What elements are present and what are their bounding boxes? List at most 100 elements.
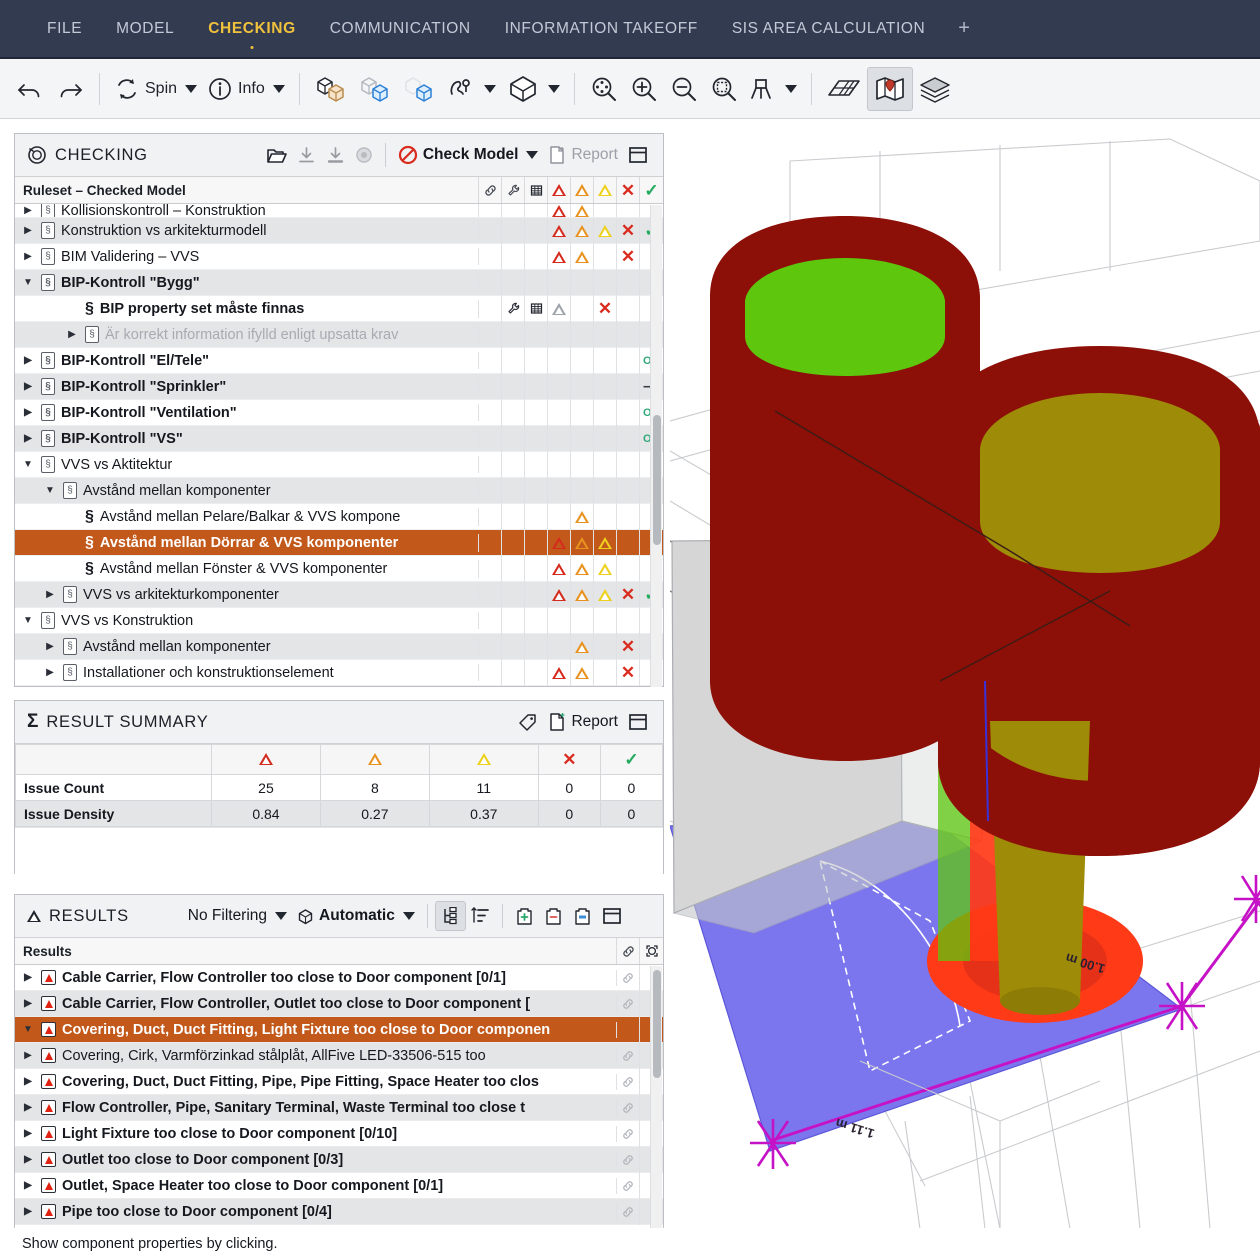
chevron-down-icon[interactable] bbox=[21, 615, 35, 626]
import-ruleset-button[interactable] bbox=[292, 140, 321, 170]
ruleset-row[interactable]: § Avstånd mellan komponenter bbox=[15, 477, 663, 504]
chevron-right-icon[interactable] bbox=[43, 641, 57, 652]
ruleset-row[interactable]: §BIP-Kontroll "Ventilation"OK bbox=[15, 399, 663, 426]
result-row[interactable]: Cable Carrier, Flow Controller, Outlet t… bbox=[15, 990, 663, 1017]
chevron-down-icon[interactable] bbox=[483, 84, 496, 93]
ruleset-tree[interactable]: § Kollisionskontroll – Konstruktion § Konst… bbox=[15, 204, 663, 688]
chevron-right-icon[interactable] bbox=[21, 1102, 35, 1113]
undo-button[interactable] bbox=[10, 67, 50, 111]
result-row[interactable]: Pipe too close to Door component [0/4] bbox=[15, 1198, 663, 1225]
results-scrollbar[interactable] bbox=[650, 966, 662, 1228]
chevron-right-icon[interactable] bbox=[21, 1076, 35, 1087]
model-viewport-3d[interactable]: 1.11 m 1.00 m bbox=[670, 121, 1260, 1229]
result-row[interactable]: Covering, Duct, Duct Fitting, Light Fixt… bbox=[15, 1016, 663, 1043]
ruleset-row[interactable]: § VVS vs Aktitektur bbox=[15, 451, 663, 478]
ruleset-row[interactable]: § VVS vs Konstruktion bbox=[15, 607, 663, 634]
remove-result-button[interactable] bbox=[539, 901, 568, 931]
report-button[interactable]: Report bbox=[543, 140, 623, 170]
ruleset-row[interactable]: § BIM Validering – VVS ✕ bbox=[15, 243, 663, 270]
result-row[interactable]: Flow Controller, Pipe, Sanitary Terminal… bbox=[15, 1094, 663, 1121]
menu-item-communication[interactable]: COMMUNICATION bbox=[313, 0, 488, 58]
ruleset-row[interactable]: §BIP-Kontroll "El/Tele"OK bbox=[15, 347, 663, 374]
tag-button[interactable] bbox=[513, 707, 543, 737]
paint-select-button[interactable] bbox=[441, 67, 501, 111]
record-button[interactable] bbox=[350, 140, 378, 170]
spin-button[interactable]: Spin bbox=[109, 67, 202, 111]
list-view-button[interactable] bbox=[466, 901, 495, 931]
chevron-right-icon[interactable] bbox=[21, 998, 35, 1009]
chevron-down-icon[interactable] bbox=[21, 1024, 35, 1035]
chevron-down-icon[interactable] bbox=[526, 151, 539, 159]
result-row[interactable]: Covering, Cirk, Varmförzinkad stålplåt, … bbox=[15, 1042, 663, 1069]
ruleset-row[interactable]: § Installationer och konstruktionselement… bbox=[15, 659, 663, 686]
chevron-right-icon[interactable] bbox=[21, 972, 35, 983]
menu-item-file[interactable]: FILE bbox=[30, 0, 99, 58]
menu-item-checking[interactable]: CHECKING bbox=[191, 0, 312, 58]
info-button[interactable]: Info bbox=[202, 67, 290, 111]
zoom-fit-button[interactable] bbox=[584, 67, 624, 111]
chevron-right-icon[interactable] bbox=[43, 589, 57, 600]
edit-result-button[interactable] bbox=[568, 901, 597, 931]
chevron-right-icon[interactable] bbox=[21, 225, 35, 236]
layers-button[interactable] bbox=[913, 67, 957, 111]
chevron-right-icon[interactable] bbox=[21, 381, 35, 392]
collapse-summary-panel-button[interactable] bbox=[623, 707, 653, 737]
result-row[interactable]: Covering, Duct, Duct Fitting, Pipe, Pipe… bbox=[15, 1068, 663, 1095]
grid-button[interactable] bbox=[821, 67, 867, 111]
ruleset-row[interactable]: § Avstånd mellan Fönster & VVS komponente… bbox=[15, 555, 663, 582]
check-model-button[interactable]: Check Model bbox=[393, 140, 544, 170]
result-row[interactable]: Outlet too close to Door component [0/3] bbox=[15, 1146, 663, 1173]
result-row[interactable]: Light Fixture too close to Door componen… bbox=[15, 1120, 663, 1147]
chevron-right-icon[interactable] bbox=[65, 329, 79, 340]
chevron-down-icon[interactable] bbox=[21, 459, 35, 470]
ruleset-row[interactable]: § Är korrekt information ifylld enligt up… bbox=[15, 321, 663, 348]
ruleset-row[interactable]: § Avstånd mellan Pelare/Balkar & VVS komp… bbox=[15, 503, 663, 530]
menu-item-model[interactable]: MODEL bbox=[99, 0, 191, 58]
collapse-checking-panel-button[interactable] bbox=[623, 140, 653, 170]
ruleset-row[interactable]: § Avstånd mellan Dörrar & VVS komponenter bbox=[15, 529, 663, 556]
chevron-right-icon[interactable] bbox=[21, 1128, 35, 1139]
chevron-down-icon[interactable] bbox=[21, 277, 35, 288]
chevron-down-icon[interactable] bbox=[547, 84, 560, 93]
chevron-right-icon[interactable] bbox=[21, 355, 35, 366]
ruleset-row[interactable]: § Kollisionskontroll – Konstruktion bbox=[15, 204, 663, 218]
ruleset-scrollbar[interactable] bbox=[650, 205, 662, 687]
select-transparent-button[interactable] bbox=[353, 67, 397, 111]
result-row[interactable]: Cable Carrier, Flow Controller too close… bbox=[15, 965, 663, 991]
ruleset-row[interactable]: §VVS vs arkitekturkomponenter✕✓ bbox=[15, 581, 663, 608]
chevron-down-icon[interactable] bbox=[185, 84, 198, 93]
ruleset-row[interactable]: §BIP-Kontroll "VS"OK bbox=[15, 425, 663, 452]
open-ruleset-button[interactable] bbox=[261, 140, 292, 170]
results-tree[interactable]: Cable Carrier, Flow Controller too close… bbox=[15, 965, 663, 1229]
tree-view-button[interactable] bbox=[434, 901, 466, 931]
chevron-right-icon[interactable] bbox=[21, 205, 35, 216]
collapse-results-panel-button[interactable] bbox=[597, 901, 627, 931]
chevron-right-icon[interactable] bbox=[43, 667, 57, 678]
add-result-button[interactable] bbox=[510, 901, 539, 931]
ruleset-row[interactable]: § Avstånd mellan komponenter ✕ bbox=[15, 633, 663, 660]
chevron-right-icon[interactable] bbox=[21, 1206, 35, 1217]
ruleset-row[interactable]: § BIP-Kontroll "Bygg" bbox=[15, 269, 663, 296]
export-ruleset-button[interactable] bbox=[321, 140, 350, 170]
chevron-down-icon[interactable] bbox=[784, 84, 797, 93]
result-row[interactable]: Outlet, Space Heater too close to Door c… bbox=[15, 1172, 663, 1199]
chevron-right-icon[interactable] bbox=[21, 407, 35, 418]
chevron-down-icon[interactable] bbox=[402, 912, 415, 920]
menu-item-information-takeoff[interactable]: INFORMATION TAKEOFF bbox=[488, 0, 715, 58]
clip-plane-button[interactable] bbox=[744, 67, 802, 111]
add-tab-button[interactable]: + bbox=[942, 0, 986, 58]
ruleset-row[interactable]: §BIP-Kontroll "Sprinkler"— bbox=[15, 373, 663, 400]
filter-dropdown[interactable]: No Filtering bbox=[183, 901, 292, 931]
menu-item-sis-area-calculation[interactable]: SIS AREA CALCULATION bbox=[715, 0, 942, 58]
chevron-right-icon[interactable] bbox=[21, 1180, 35, 1191]
chevron-down-icon[interactable] bbox=[43, 485, 57, 496]
summary-report-button[interactable]: Report bbox=[543, 707, 623, 737]
redo-button[interactable] bbox=[50, 67, 90, 111]
select-objects-button[interactable] bbox=[309, 67, 353, 111]
chevron-right-icon[interactable] bbox=[21, 1154, 35, 1165]
ruleset-row[interactable]: § BIP property set måste finnas ✕ bbox=[15, 295, 663, 322]
chevron-down-icon[interactable] bbox=[275, 912, 288, 920]
select-hidden-button[interactable] bbox=[397, 67, 441, 111]
zoom-out-button[interactable] bbox=[664, 67, 704, 111]
map-pin-button[interactable] bbox=[866, 66, 913, 111]
